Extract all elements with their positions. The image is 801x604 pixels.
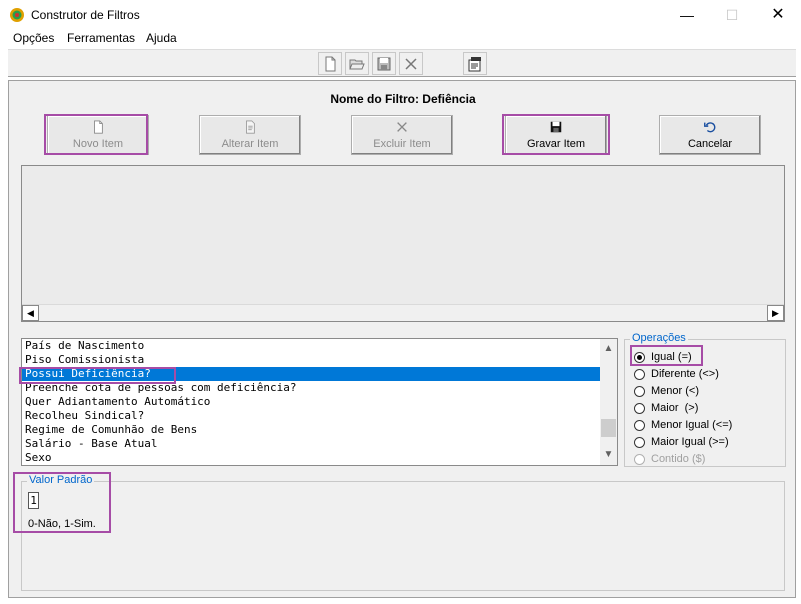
list-item[interactable]: Regime de Comunhão de Bens xyxy=(22,423,617,437)
save-disk-icon xyxy=(377,57,391,70)
default-value-input[interactable]: 1 xyxy=(28,492,39,509)
field-list[interactable]: País de Nascimento Piso Comissionista Po… xyxy=(21,338,618,466)
radio-label: Maior (>) xyxy=(651,402,699,414)
save-disk-icon xyxy=(550,121,562,133)
radio-menor[interactable]: Menor (<) xyxy=(634,384,699,398)
filter-items-grid[interactable]: ◀ ▶ xyxy=(21,165,785,322)
menu-ferramentas[interactable]: Ferramentas xyxy=(67,31,135,45)
horizontal-scrollbar[interactable]: ◀ ▶ xyxy=(22,304,784,321)
radio-label: Diferente (<>) xyxy=(651,368,719,380)
list-item-selected[interactable]: Possui Deficiência? xyxy=(22,367,617,381)
menu-opcoes[interactable]: Opções xyxy=(13,31,54,45)
default-value-group: Valor Padrão 1 0-Não, 1-Sim. xyxy=(21,474,785,591)
scroll-right-arrow[interactable]: ▶ xyxy=(767,305,784,321)
cancel-label: Cancelar xyxy=(687,138,733,150)
list-item[interactable]: Piso Comissionista xyxy=(22,353,617,367)
delete-x-icon xyxy=(397,122,407,132)
radio-diferente[interactable]: Diferente (<>) xyxy=(634,367,719,381)
undo-arrow-icon xyxy=(704,122,716,133)
radio-icon xyxy=(634,419,645,431)
operations-group: Operações Igual (=) Diferente (<>) Menor… xyxy=(624,332,786,467)
radio-icon xyxy=(634,453,645,465)
properties-icon xyxy=(468,56,481,71)
radio-checked-icon xyxy=(634,351,645,363)
save-button[interactable] xyxy=(372,52,396,75)
radio-label: Igual (=) xyxy=(651,351,692,363)
new-button[interactable] xyxy=(318,52,342,75)
radio-contido: Contido ($) xyxy=(634,452,705,466)
default-value-legend: Valor Padrão xyxy=(27,474,95,486)
menu-ajuda[interactable]: Ajuda xyxy=(146,31,177,45)
radio-label: Menor Igual (<=) xyxy=(651,419,733,431)
toolbar xyxy=(8,49,796,77)
list-item[interactable]: Recolheu Sindical? xyxy=(22,409,617,423)
filter-name-label: Nome do Filtro: Defiência xyxy=(330,92,476,106)
radio-icon xyxy=(634,368,645,380)
save-item-label: Gravar Item xyxy=(526,138,586,150)
delete-x-icon xyxy=(405,57,417,70)
scroll-down-arrow[interactable]: ▼ xyxy=(600,447,617,463)
edit-item-button[interactable]: Alterar Item xyxy=(199,115,301,155)
radio-maior[interactable]: Maior (>) xyxy=(634,401,698,415)
delete-button[interactable] xyxy=(399,52,423,75)
save-item-button[interactable]: Gravar Item xyxy=(505,115,607,155)
main-panel: Nome do Filtro: Defiência Novo Item Alte… xyxy=(8,80,796,598)
radio-menor-igual[interactable]: Menor Igual (<=) xyxy=(634,418,732,432)
properties-button[interactable] xyxy=(463,52,487,75)
minimize-button[interactable]: — xyxy=(664,0,710,30)
delete-item-button[interactable]: Excluir Item xyxy=(351,115,453,155)
app-icon xyxy=(10,8,24,22)
radio-icon xyxy=(634,436,645,448)
menu-bar: Opções Ferramentas Ajuda xyxy=(0,29,801,49)
vertical-scrollbar[interactable]: ▲ ▼ xyxy=(600,339,617,465)
list-item[interactable]: Salário - Base Atual xyxy=(22,437,617,451)
new-document-icon xyxy=(94,120,103,134)
open-button[interactable] xyxy=(345,52,369,75)
new-item-button[interactable]: Novo Item xyxy=(47,115,149,155)
window-title: Construtor de Filtros xyxy=(31,8,140,22)
edit-item-label: Alterar Item xyxy=(221,138,279,150)
new-document-icon xyxy=(325,56,336,71)
new-item-label: Novo Item xyxy=(72,138,124,150)
radio-igual[interactable]: Igual (=) xyxy=(634,350,692,364)
radio-label: Maior Igual (>=) xyxy=(651,436,729,448)
title-bar: Construtor de Filtros — ☐ ✕ xyxy=(0,0,801,30)
radio-label: Contido ($) xyxy=(651,453,706,465)
default-value-hint: 0-Não, 1-Sim. xyxy=(28,518,96,530)
radio-label: Menor (<) xyxy=(651,385,699,397)
close-button[interactable]: ✕ xyxy=(755,0,801,30)
radio-icon xyxy=(634,385,645,397)
delete-item-label: Excluir Item xyxy=(373,138,431,150)
list-item[interactable]: Quer Adiantamento Automático xyxy=(22,395,617,409)
open-folder-icon xyxy=(349,59,365,69)
maximize-button[interactable]: ☐ xyxy=(709,0,755,30)
cancel-button[interactable]: Cancelar xyxy=(659,115,761,155)
list-item[interactable]: Sexo xyxy=(22,451,617,465)
edit-document-icon xyxy=(246,120,255,134)
list-item[interactable]: Preenche cota de pessoas com deficiência… xyxy=(22,381,617,395)
scroll-left-arrow[interactable]: ◀ xyxy=(22,305,39,321)
scroll-up-arrow[interactable]: ▲ xyxy=(600,341,617,357)
operations-legend: Operações xyxy=(630,332,688,344)
scroll-thumb[interactable] xyxy=(601,419,616,437)
list-item[interactable]: País de Nascimento xyxy=(22,339,617,353)
radio-maior-igual[interactable]: Maior Igual (>=) xyxy=(634,435,729,449)
radio-icon xyxy=(634,402,645,414)
